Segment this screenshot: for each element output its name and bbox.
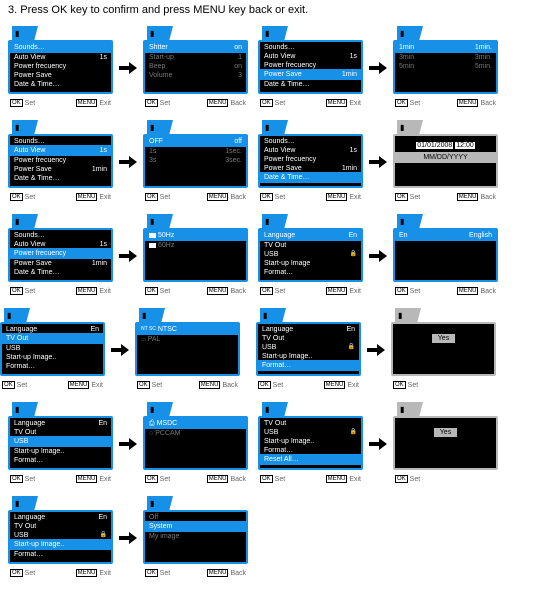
reset-confirm: ▮ Reset All… Yes NO OKSet <box>393 402 498 486</box>
arrow-icon <box>113 61 143 75</box>
instruction-text: 3. Press OK key to confirm and press MEN… <box>8 4 527 16</box>
datetime-editor: ▮ 01/01/2008 12:00 MM/DD/YYYY OKSetMENUB… <box>393 120 498 204</box>
menu-powerfreq-selected: ▮ Sounds… Auto View1s Power frecuency Po… <box>8 214 113 298</box>
menu2-startup-selected: ▮ LanguageEn TV Out USB🔒 Start-up Image.… <box>8 496 113 580</box>
arrow-icon <box>113 249 143 263</box>
menu-powersave-selected: ▮ Sounds… Auto View1s Power frecuency Po… <box>258 26 363 110</box>
sounds-options: ▮ Shtteron Start-up1 Beepon Volume3 OKSe… <box>143 26 248 110</box>
powerfreq-options: ▮ 50Hz 60Hz OKSetMENUBack <box>143 214 248 298</box>
menu2-usb-selected: ▮ LanguageEn TV Out USB Start-up Image..… <box>8 402 113 486</box>
language-options: ▮ EnEnglish OKSetMENUBack <box>393 214 498 298</box>
menu2-resetall-selected: ▮ TV Out USB🔒 Start-up Image.. Format… R… <box>258 402 363 486</box>
format-confirm: ▮ Format… Yes NO OKSet <box>391 308 496 392</box>
arrow-icon <box>363 155 393 169</box>
arrow-icon <box>113 531 143 545</box>
row-2: ▮ Sounds… Auto View1s Power frecuency Po… <box>8 120 527 204</box>
usb-options: ▮ ⎙ MSDC ○ PCCAM OKSetMENUBack <box>143 402 248 486</box>
arrow-icon <box>363 437 393 451</box>
menu2-tvout-selected: ▮ LanguageEn TV Out USB Start-up Image..… <box>0 308 105 392</box>
menu-autoview-selected: ▮ Sounds… Auto View1s Power frecuency Po… <box>8 120 113 204</box>
powersave-options: ▮ 1min1min. 3min3min. 5min5min. OKSetMEN… <box>393 26 498 110</box>
menu2-format-selected: ▮ LanguageEn TV Out USB🔒 Start-up Image.… <box>256 308 361 392</box>
tvout-options: ▮ NT SC NTSC ▭ PAL OKSetMENUBack <box>135 308 240 392</box>
arrow-icon <box>363 61 393 75</box>
arrow-icon <box>113 437 143 451</box>
arrow-icon <box>363 249 393 263</box>
row-3: ▮ Sounds… Auto View1s Power frecuency Po… <box>8 214 527 298</box>
startup-options: ▮ Off System My image OKSetMENUBack <box>143 496 248 580</box>
autoview-options: ▮ OFFoff 1s1sec. 3s3sec. OKSetMENUBack <box>143 120 248 204</box>
menu-datetime-selected: ▮ Sounds… Auto View1s Power frecuency Po… <box>258 120 363 204</box>
arrow-icon <box>361 343 391 357</box>
menu2-language-selected: ▮ LanguageEn TV Out USB🔒 Start-up Image … <box>258 214 363 298</box>
row-4: ▮ LanguageEn TV Out USB Start-up Image..… <box>0 308 527 392</box>
menu-sounds-selected: ▮ Sounds… Auto View1s Power frecuency Po… <box>8 26 113 110</box>
row-6: ▮ LanguageEn TV Out USB🔒 Start-up Image.… <box>8 496 527 580</box>
row-1: ▮ Sounds… Auto View1s Power frecuency Po… <box>8 26 527 110</box>
camera-icon: ▮ <box>15 29 19 38</box>
arrow-icon <box>113 155 143 169</box>
row-5: ▮ LanguageEn TV Out USB Start-up Image..… <box>8 402 527 486</box>
arrow-icon <box>105 343 135 357</box>
